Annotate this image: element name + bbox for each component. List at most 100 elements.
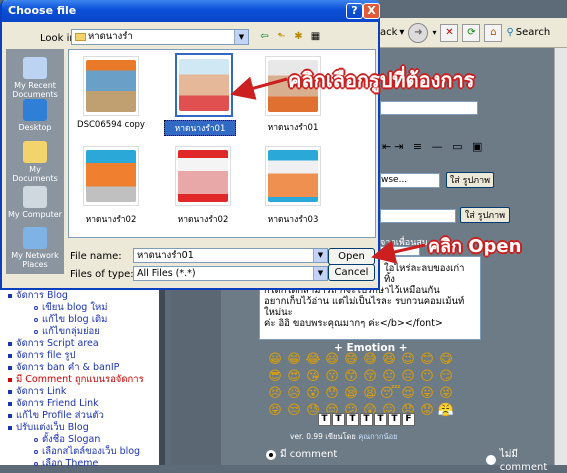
comment-radio[interactable]: มี comment [266,447,337,462]
insert-image-button-2[interactable]: ใส่ รูปภาพ [460,207,510,223]
chevron-down-icon[interactable]: ▼ [313,249,327,262]
emoticon-icon[interactable]: 😆 [380,352,398,368]
file-path-input[interactable]: wse... [380,173,440,188]
refresh-icon[interactable]: ⟳ [462,23,481,42]
file-thumb-selected[interactable] [175,53,233,117]
emoticon-icon[interactable]: 😋 [437,352,455,368]
emoticon-icon[interactable]: 😎 [266,369,284,385]
file-thumb[interactable] [83,146,139,206]
file-thumb-dsc06594[interactable] [83,56,139,116]
close-icon[interactable]: X [363,3,380,19]
sidebar-item[interactable]: เขียน blog ใหม่ [8,302,159,314]
file-label[interactable]: หาดนางรำ02 [163,212,243,226]
insert-image-button[interactable]: ใส่ รูปภาพ [446,172,494,188]
emoticon-icon[interactable]: 😶 [418,369,436,385]
emoticon-icon[interactable]: 😙 [342,369,360,385]
file-label[interactable]: DSC06594 copy [71,120,151,130]
sidebar-item[interactable]: เลือกสไตล์ของเว็บ blog [8,446,159,458]
sidebar-item[interactable]: แก้ไข blog เดิม [8,314,159,326]
emoticon-icon[interactable]: 😚 [361,369,379,385]
emoticon-icon[interactable]: 😍 [285,369,303,385]
file-thumb[interactable] [175,146,231,206]
emoticon-icon[interactable]: 😛 [418,386,436,402]
emoticon-icon[interactable]: 😯 [323,386,341,402]
emoticon-icon[interactable]: 😟 [418,403,436,419]
emoticon-icon[interactable]: 😒 [285,403,303,419]
place-my-documents[interactable]: My Documents [6,141,64,183]
emoticon-icon[interactable]: 😀 [266,352,284,368]
emoticon-icon[interactable]: 😗 [323,369,341,385]
sidebar-item[interactable]: ตั้งชื่อ Slogan [8,434,159,446]
sidebar-item[interactable]: ปรับแต่งเว็บ Blog [8,422,159,434]
file-name-input[interactable]: หาดนางรำ01 ▼ [133,248,328,263]
help-icon[interactable]: ? [346,3,363,19]
emoticon-icon[interactable]: 😉 [399,352,417,368]
emoticon-icon[interactable]: 😮 [304,386,322,402]
view-menu-icon[interactable]: ▦ [308,30,323,44]
place-my-computer[interactable]: My Computer [6,186,64,219]
sidebar-item[interactable]: มี Comment ถูกแบนรอจัดการ [8,374,159,386]
emoticon-icon[interactable]: 😂 [304,352,322,368]
format-button[interactable]: T [360,413,373,426]
emoticon-icon[interactable]: 😴 [380,386,401,402]
emoticon-icon[interactable]: 😏 [437,369,455,385]
look-in-dropdown[interactable]: หาดนางรำ ▼ [71,29,249,45]
emoticon-icon[interactable]: 😃 [323,352,341,368]
new-folder-icon[interactable]: ✱ [291,30,306,44]
format-button[interactable]: T [332,413,345,426]
sidebar-item[interactable]: แก้ไข Profile ส่วนตัว [8,410,159,422]
back-button[interactable]: ack ▾ [380,27,404,38]
sidebar-item[interactable]: จัดการ Script area [8,338,159,350]
sidebar-item[interactable]: จัดการ Link [8,386,159,398]
emoticon-icon[interactable]: 😤 [437,403,455,419]
image-url-input[interactable] [380,209,456,223]
friends-select[interactable] [380,246,420,256]
search-button[interactable]: ⚲ Search [506,27,550,38]
emoticon-icon[interactable]: 😘 [304,369,322,385]
page-scrollbar[interactable] [554,48,567,465]
up-folder-icon[interactable]: ⬑ [274,30,289,44]
back-arrow-icon[interactable]: ⇦ [257,30,272,44]
emoticon-icon[interactable]: 😑 [399,369,417,385]
emoticon-icon[interactable]: 😊 [418,352,436,368]
dropdown-icon[interactable]: ▾ [432,28,436,37]
place-desktop[interactable]: Desktop [6,99,64,132]
sidebar-item[interactable]: แก้ไขกลุ่มย่อย [8,326,159,338]
format-button[interactable]: T [346,413,359,426]
emoticon-icon[interactable]: 😣 [266,386,284,402]
title-input[interactable] [380,101,478,115]
file-thumb[interactable] [265,146,321,206]
emoticon-icon[interactable]: 😅 [361,352,379,368]
emoticon-icon[interactable]: 😪 [342,386,360,402]
emoticon-icon[interactable]: 😝 [266,403,284,419]
emoticon-icon[interactable]: 😌 [399,386,417,402]
file-label[interactable]: หาดนางรำ03 [253,212,333,226]
sidebar-item[interactable]: จัดการ file รูป [8,350,159,362]
emoticon-icon[interactable]: 😥 [285,386,303,402]
format-button[interactable]: T [388,413,401,426]
place-recent[interactable]: My Recent Documents [6,57,64,99]
format-button[interactable]: T [374,413,387,426]
sidebar-item[interactable]: จัดการ Friend Link [8,398,159,410]
forward-icon[interactable]: ➜ [408,22,429,43]
version-link[interactable]: คุณกากน้อย [358,432,397,441]
file-label[interactable]: หาดนางรำ02 [71,212,151,226]
home-icon[interactable]: ⌂ [484,23,503,42]
place-network[interactable]: My Network Places [6,227,64,269]
cancel-button[interactable]: Cancel [328,264,375,281]
emoticon-icon[interactable]: 😫 [361,386,379,402]
emoticon-icon[interactable]: 😜 [437,386,455,402]
emoticon-icon[interactable]: 😄 [342,352,360,368]
format-button[interactable]: F [402,413,415,426]
emoticon-icon[interactable]: 😁 [285,352,303,368]
file-label-selected[interactable]: หาดนางรำ01 [164,120,236,136]
files-of-type-select[interactable]: All Files (*.*) ▼ [133,266,328,281]
file-label[interactable]: หาดนางรำ01 [253,120,333,134]
emoticon-icon[interactable]: 😐 [380,369,398,385]
sidebar-item[interactable]: เลือก Theme [8,458,159,470]
format-button[interactable]: T [318,413,331,426]
chevron-down-icon[interactable]: ▼ [313,267,327,280]
stop-icon[interactable]: ✕ [440,23,459,42]
sidebar-item[interactable]: จัดการ ban คำ & banIP [8,362,159,374]
open-button[interactable]: Open [328,248,375,265]
